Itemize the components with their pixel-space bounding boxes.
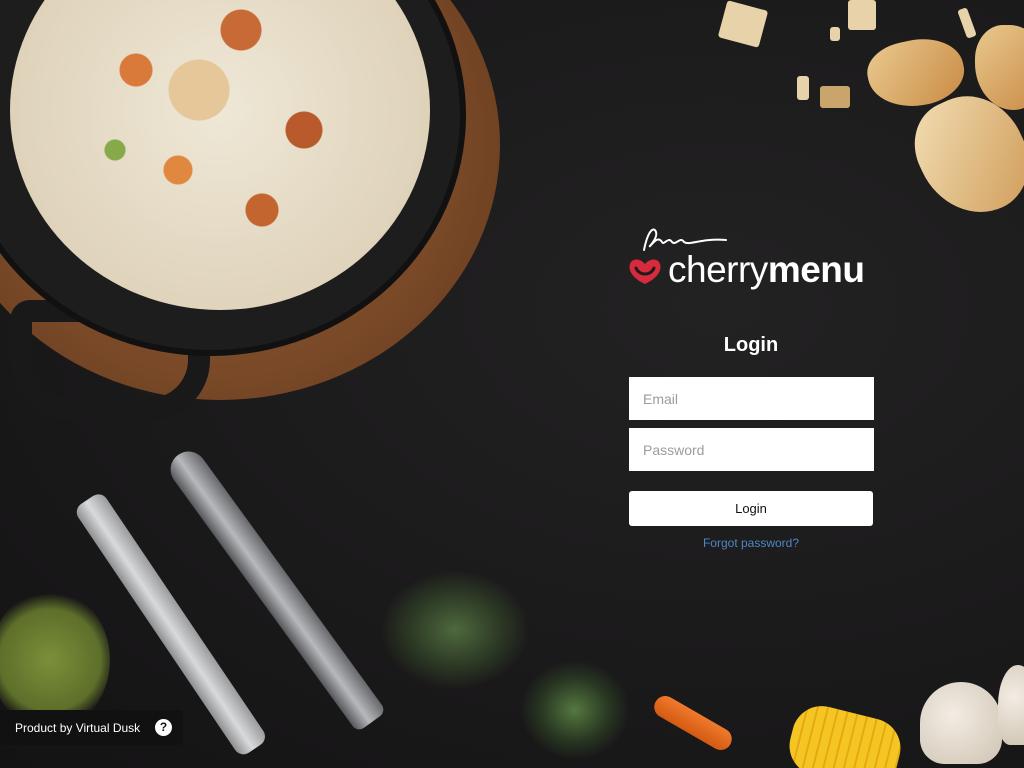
email-field[interactable] <box>629 377 874 420</box>
crumb-image <box>820 86 850 108</box>
cherry-heart-icon <box>629 259 661 284</box>
brand-name-light: cherry <box>668 249 768 290</box>
brand-name-bold: menu <box>767 249 865 290</box>
login-screen: cherrymenu Login Login Forgot password? … <box>0 0 1024 768</box>
crumb-image <box>848 0 876 30</box>
login-title: Login <box>723 334 779 356</box>
crumb-image <box>957 7 977 39</box>
mushroom-image <box>920 682 1002 764</box>
password-field[interactable] <box>629 428 874 471</box>
bread-image <box>975 25 1024 110</box>
product-badge: Product by Virtual Dusk ? <box>0 710 183 745</box>
help-icon[interactable]: ? <box>155 719 172 736</box>
sprout-image <box>520 660 630 760</box>
crumb-image <box>797 76 809 100</box>
brand-logo: cherrymenu <box>626 224 876 296</box>
forgot-password-link[interactable]: Forgot password? <box>629 536 873 550</box>
carrot-image <box>650 691 736 755</box>
product-label: Product by Virtual Dusk <box>15 720 141 735</box>
herbs-image <box>0 590 110 730</box>
crumb-image <box>717 0 769 48</box>
crumb-image <box>830 27 840 41</box>
brand-wordmark: cherrymenu <box>668 250 865 290</box>
mushroom-image <box>998 665 1024 745</box>
sprout-image <box>380 570 530 690</box>
corn-image <box>783 699 907 768</box>
login-button[interactable]: Login <box>629 491 873 526</box>
